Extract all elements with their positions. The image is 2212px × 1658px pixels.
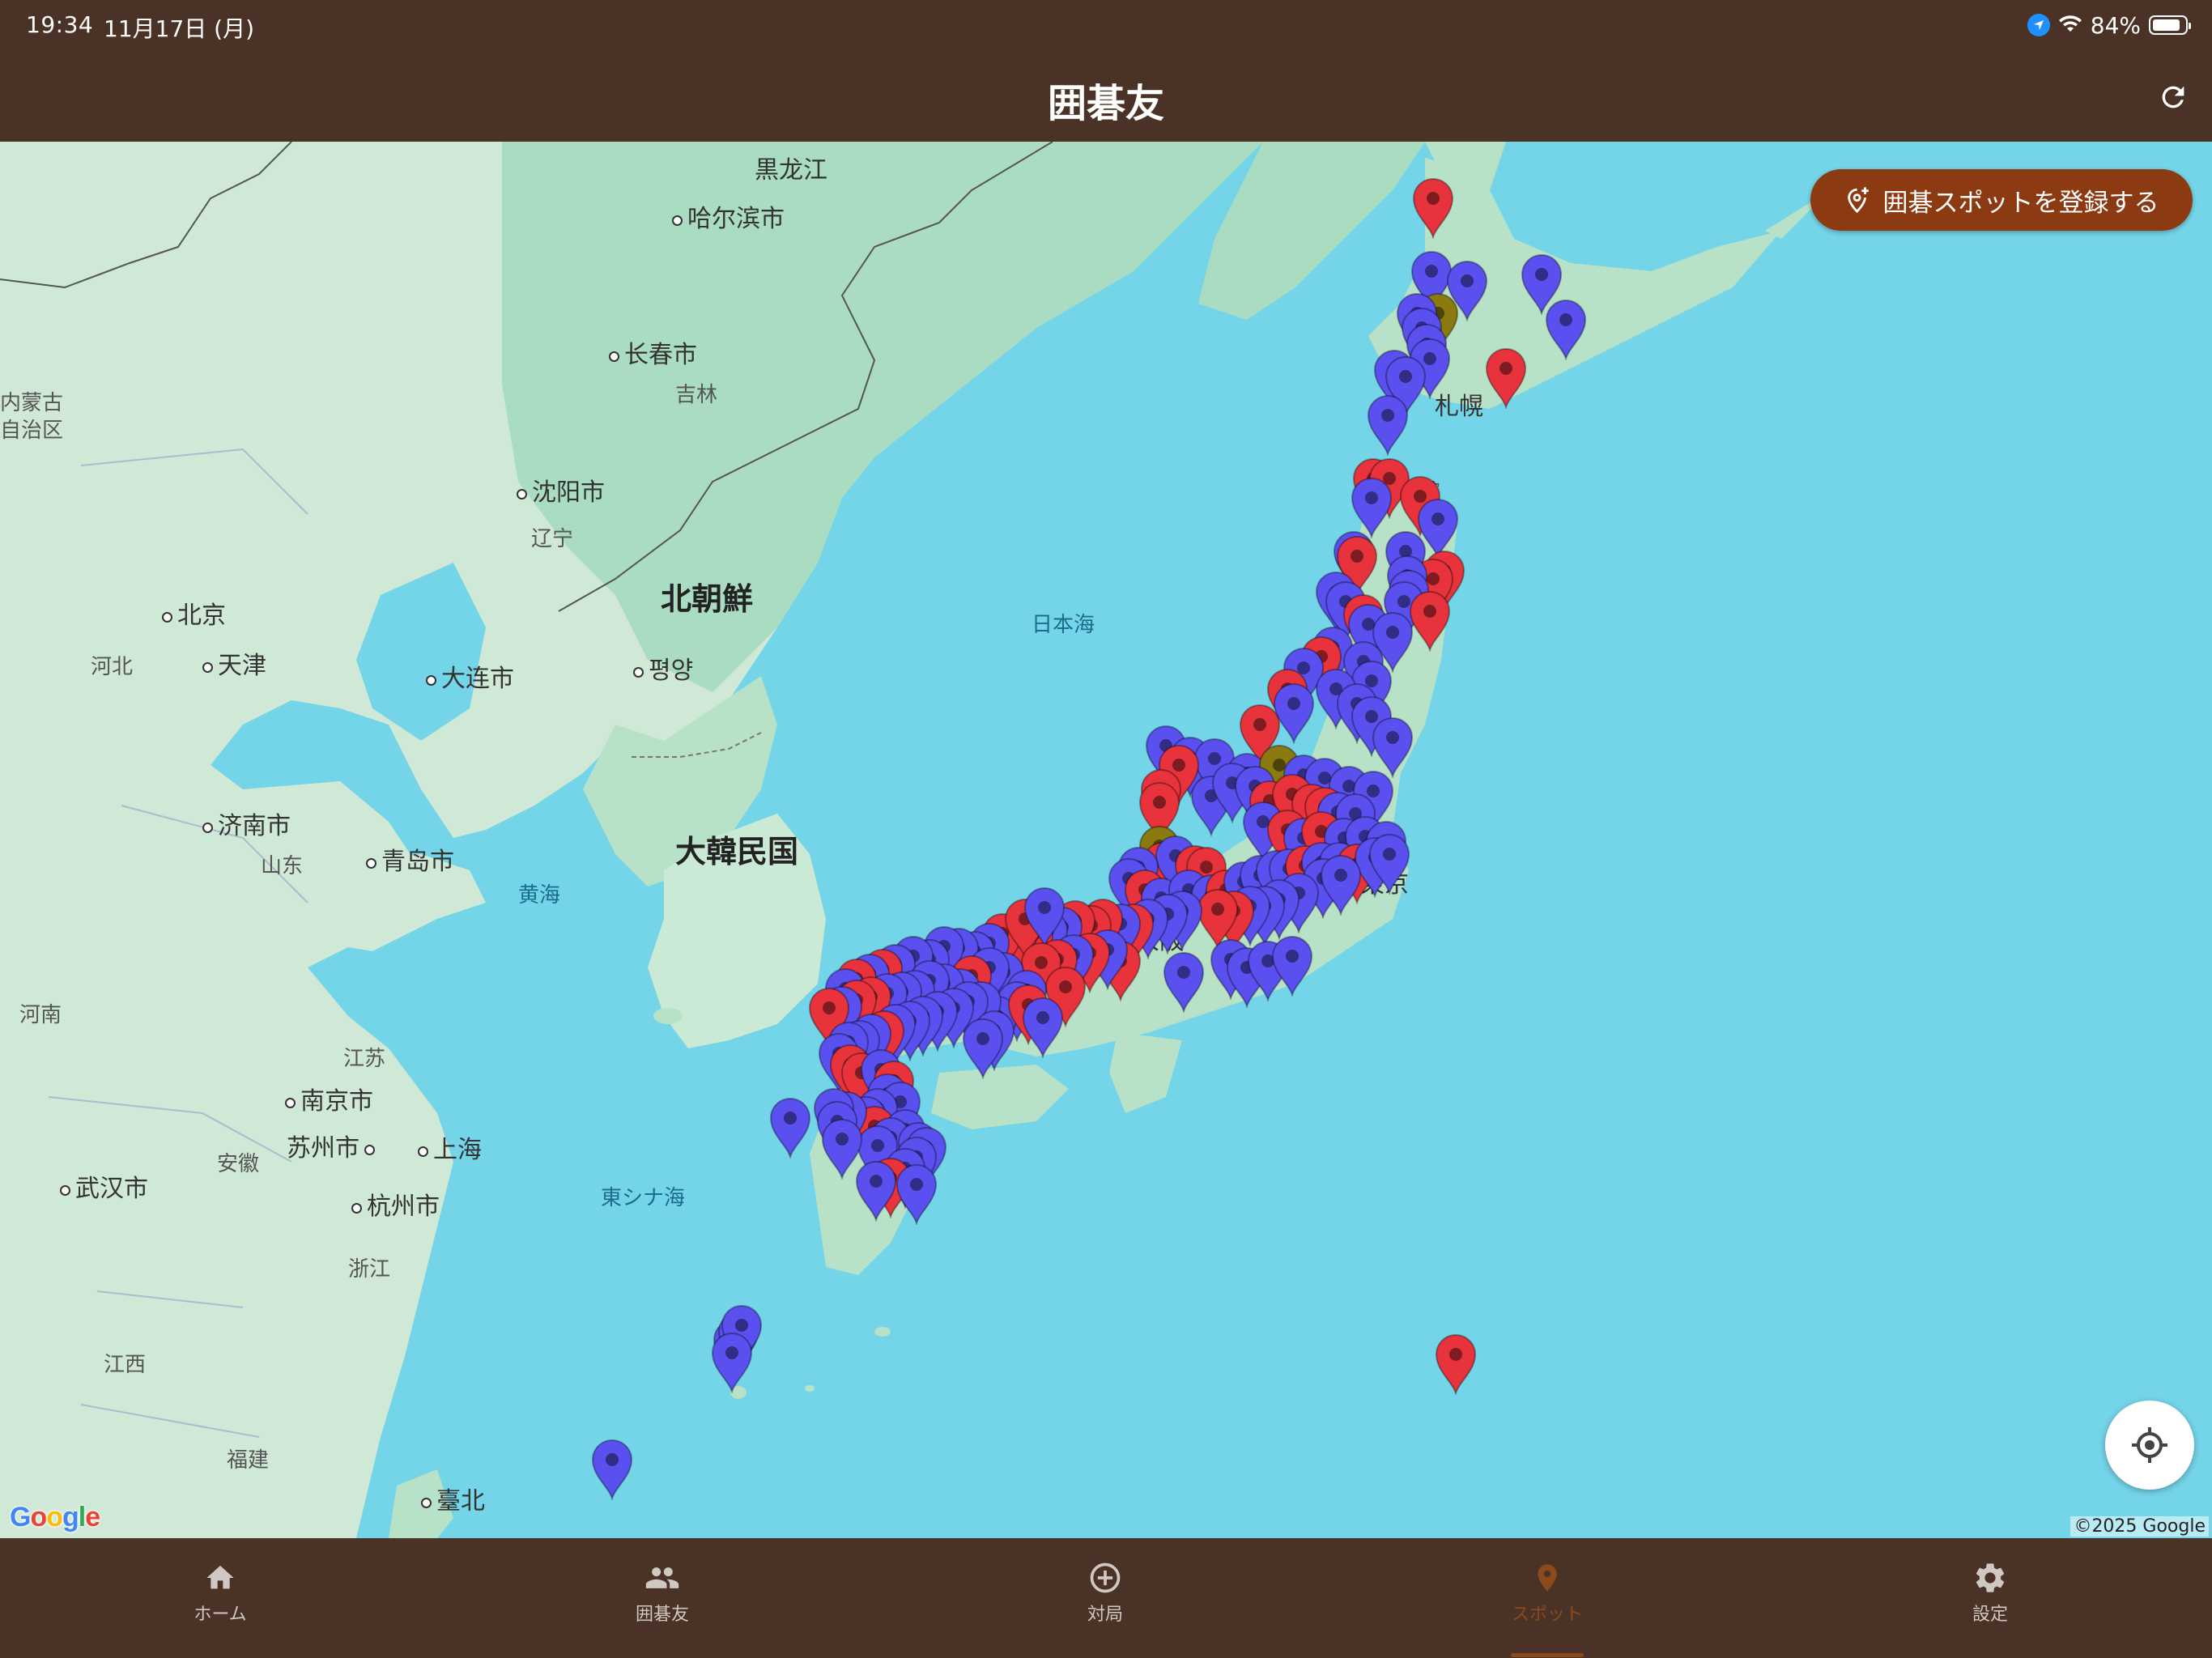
home-icon <box>206 1566 234 1589</box>
map-attribution[interactable]: ©2025 Google <box>2070 1516 2209 1537</box>
nav-item-home[interactable]: ホーム <box>139 1559 301 1626</box>
nav-label: ホーム <box>194 1605 247 1625</box>
people-icon <box>645 1567 679 1588</box>
spot-marker-blue[interactable] <box>589 1439 635 1502</box>
spot-marker-blue[interactable] <box>1318 854 1363 917</box>
spot-marker-blue[interactable] <box>1543 299 1589 362</box>
battery-percent: 84% <box>2090 11 2141 39</box>
app-bar: 囲碁友 <box>0 50 2212 142</box>
spot-marker-red[interactable] <box>1410 177 1456 240</box>
spot-marker-blue[interactable] <box>819 1118 865 1181</box>
spot-marker-blue[interactable] <box>1161 951 1206 1014</box>
nav-item-friends[interactable]: 囲碁友 <box>581 1559 743 1626</box>
nav-label: 囲碁友 <box>635 1605 689 1625</box>
battery-icon <box>2149 15 2191 35</box>
spot-marker-blue[interactable] <box>1020 997 1066 1060</box>
spot-marker-blue[interactable] <box>1349 477 1394 540</box>
nav-item-settings[interactable]: 設定 <box>1909 1559 2071 1626</box>
nav-item-match[interactable]: 対局 <box>1024 1559 1186 1626</box>
spot-marker-blue[interactable] <box>894 1163 939 1226</box>
spot-markers-layer <box>0 142 2212 1538</box>
refresh-button[interactable] <box>2154 78 2193 117</box>
gear-icon <box>1976 1563 2005 1592</box>
spot-marker-red[interactable] <box>1433 1333 1478 1397</box>
status-indicators: 84% <box>2027 11 2191 39</box>
refresh-icon <box>2162 86 2184 108</box>
spot-marker-blue[interactable] <box>1270 935 1315 998</box>
spot-marker-blue[interactable] <box>1365 394 1410 457</box>
add-location-icon <box>1847 187 1869 214</box>
nav-item-spot[interactable]: スポット <box>1466 1559 1628 1626</box>
register-spot-button[interactable]: 囲碁スポットを登録する <box>1810 169 2193 231</box>
spot-marker-blue[interactable] <box>768 1097 813 1160</box>
spot-marker-blue[interactable] <box>1370 716 1415 780</box>
status-bar: 19:34 11月17日 (月) 84% <box>0 0 2212 50</box>
status-time: 19:34 <box>26 11 94 38</box>
bottom-navigation: ホーム 囲碁友 対局 スポット 設定 <box>0 1538 2212 1658</box>
location-pin-icon <box>1538 1564 1557 1592</box>
map-view[interactable]: 黒龙江 哈尔滨市 长春市 吉林 内蒙古 自治区 沈阳市 辽宁 北京 天津 河北 … <box>0 142 2212 1538</box>
location-services-icon <box>2027 14 2050 36</box>
nav-label: スポット <box>1511 1605 1583 1625</box>
spot-marker-blue[interactable] <box>709 1332 755 1395</box>
app-title: 囲碁友 <box>1047 81 1164 126</box>
crosshair-icon <box>2132 1427 2167 1463</box>
active-tab-indicator <box>1511 1653 1584 1657</box>
google-logo: Google <box>10 1502 100 1533</box>
spot-marker-blue[interactable] <box>960 1018 1006 1081</box>
spot-marker-red[interactable] <box>1483 347 1529 410</box>
spot-marker-blue[interactable] <box>1367 833 1412 896</box>
nav-label: 対局 <box>1087 1605 1123 1625</box>
wifi-icon <box>2058 12 2082 39</box>
register-spot-label: 囲碁スポットを登録する <box>1882 188 2159 218</box>
my-location-button[interactable] <box>2105 1401 2194 1490</box>
status-date: 11月17日 (月) <box>104 15 255 42</box>
nav-label: 設定 <box>1972 1605 2008 1625</box>
add-circle-icon <box>1090 1562 1121 1593</box>
